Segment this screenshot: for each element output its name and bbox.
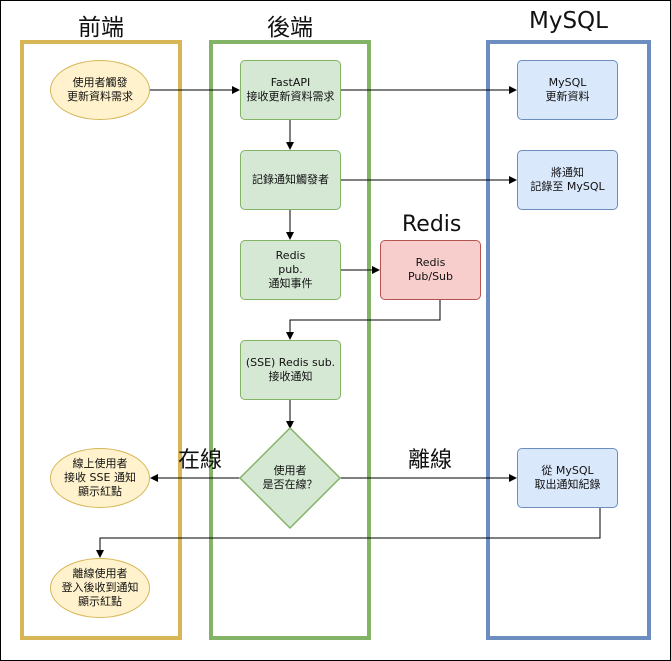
node-mysql-record: 將通知 記錄至 MySQL: [517, 150, 618, 210]
node-record-trigger: 記錄通知觸發者: [240, 150, 341, 210]
node-online-user: 線上使用者 接收 SSE 通知 顯示紅點: [50, 448, 150, 508]
node-user-trigger: 使用者觸發 更新資料需求: [50, 60, 150, 120]
node-mysql-update: MySQL 更新資料: [517, 60, 618, 120]
node-fastapi-receive: FastAPI 接收更新資料需求: [240, 60, 341, 120]
node-mysql-fetch: 從 MySQL 取出通知紀錄: [517, 448, 618, 508]
label-online: 在線: [178, 448, 223, 473]
diagram-canvas: 前端 後端 MySQL 使用者觸發 更新資料需求 線上使用者 接收 SSE 通知…: [0, 0, 671, 661]
label-offline: 離線: [408, 448, 453, 473]
edge-fetch-to-offline: [96, 508, 601, 558]
label-redis: Redis: [402, 212, 462, 237]
node-is-online: 使用者 是否在線？: [262, 464, 318, 491]
node-offline-user: 離線使用者 登入後收到通知 顯示紅點: [50, 558, 150, 618]
edge-pubsub-to-sse: [286, 300, 441, 340]
node-redis-pubsub: Redis Pub/Sub: [380, 240, 481, 300]
node-sse-redis-sub: (SSE) Redis sub. 接收通知: [240, 340, 341, 400]
node-redis-pub: Redis pub. 通知事件: [240, 240, 341, 300]
